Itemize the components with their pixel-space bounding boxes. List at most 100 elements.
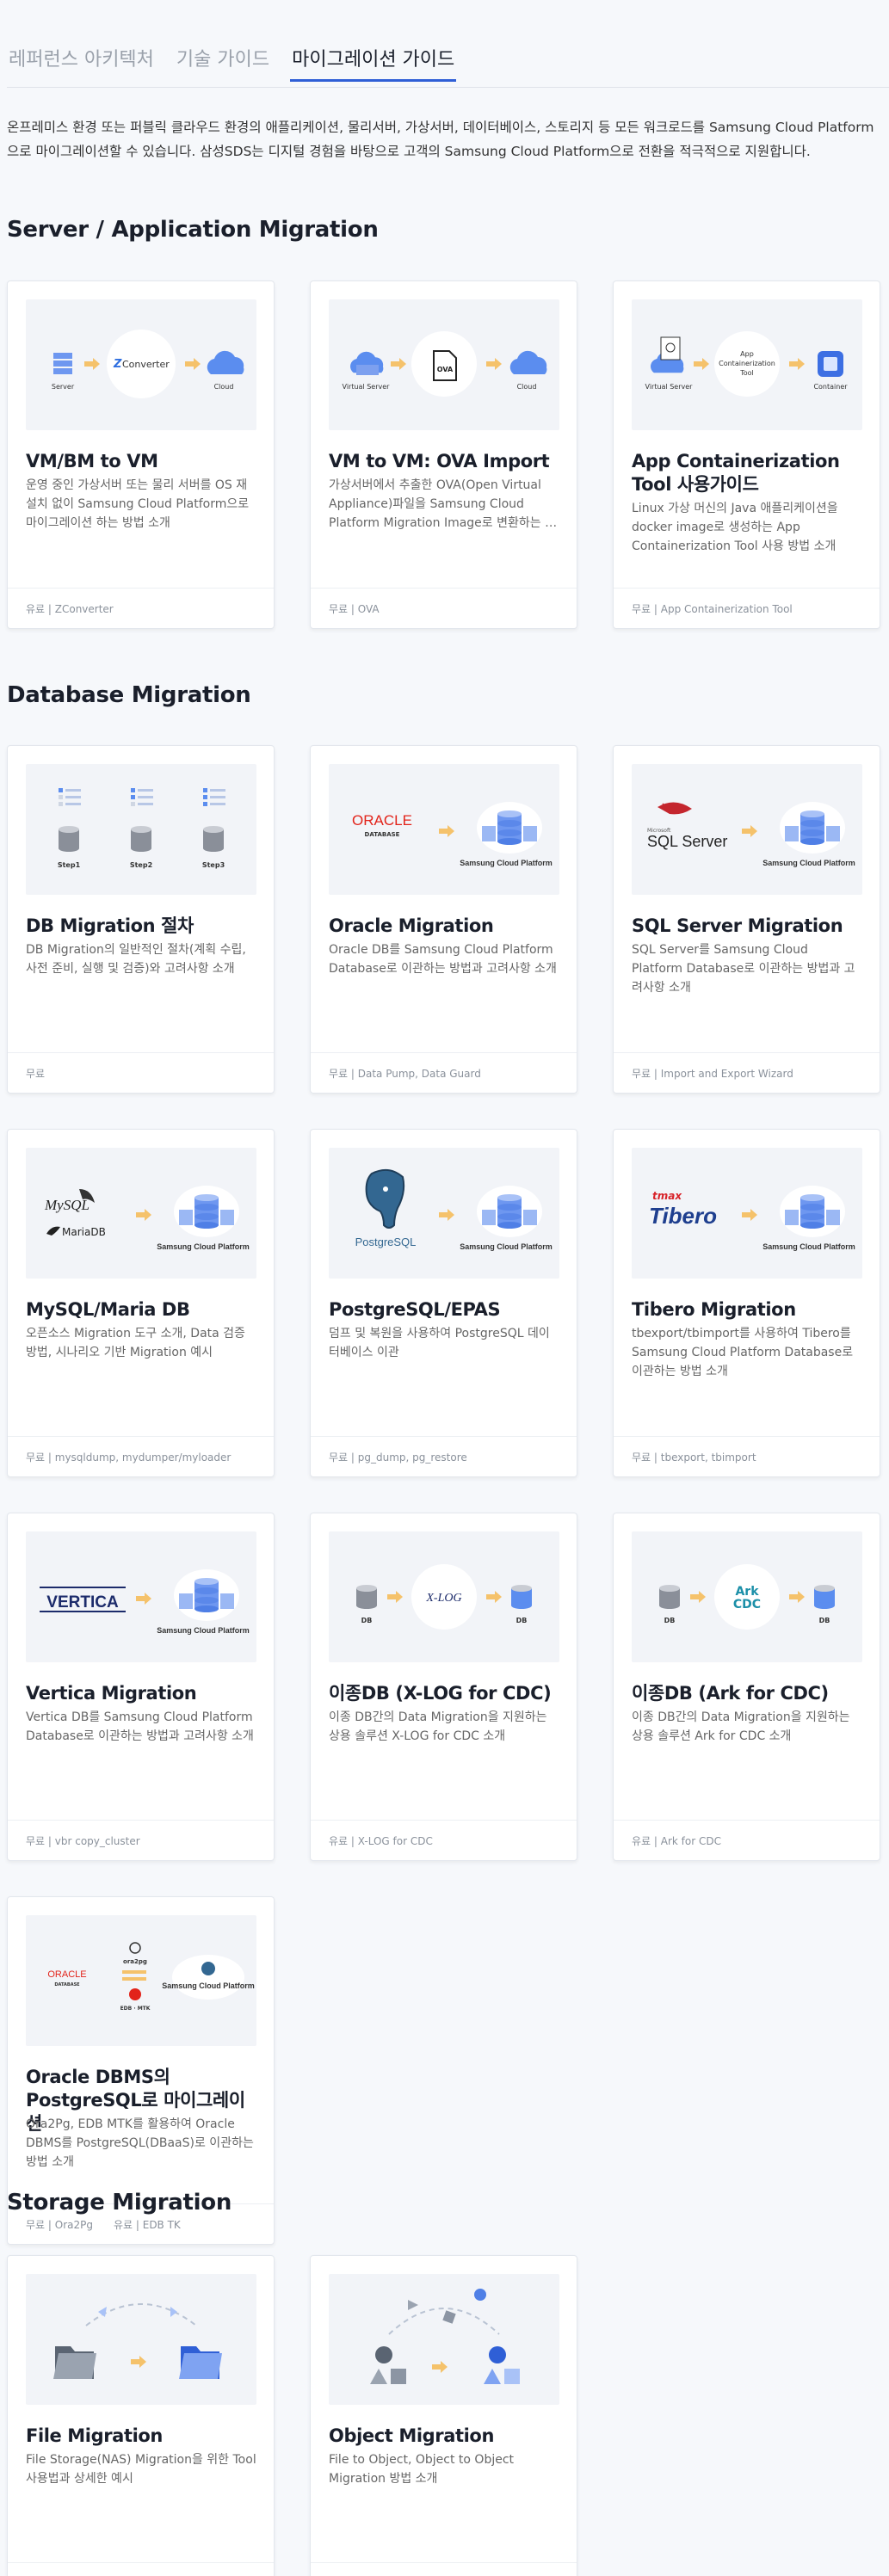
art-label: Step2: [130, 861, 152, 869]
card-description: 이종 DB간의 Data Migration을 지원하는 상용 솔루션 X-LO…: [329, 1710, 547, 1743]
art-label: Samsung Cloud Platform: [157, 1626, 250, 1635]
arrow-icon: [131, 2356, 146, 2368]
card-title: Oracle Migration: [329, 915, 494, 936]
card-thumbnail: Server Z Converter Cloud: [26, 299, 256, 430]
guide-card[interactable]: DB X-LOG DB 이종DB (X-LOG for CDC) 이종 DB간의 Dat…: [310, 1513, 577, 1861]
guide-card[interactable]: Microsoft SQL Server Samsung Cloud Platfor…: [613, 745, 880, 1094]
card-description: DB Migration의 일반적인 절차(계획 수립, 사전 준비, 실행 및…: [26, 943, 246, 976]
card-tag: 유료 | ZConverter: [26, 602, 114, 615]
card-footer: 무료 | vbr copy_cluster: [8, 1820, 274, 1860]
postgresql-elephant-icon: [201, 1962, 215, 1975]
card-title: VM/BM to VM: [26, 451, 158, 471]
art-label: DB: [664, 1617, 676, 1624]
arrow-icon: [742, 825, 757, 837]
card-tag: 무료 | OVA: [329, 602, 380, 615]
card-footer: 유료 | Ark for CDC: [614, 1820, 880, 1860]
card-description: SQL Server를 Samsung Cloud Platform Datab…: [632, 943, 855, 995]
section-title: Storage Migration: [7, 2190, 232, 2215]
arrow-icon: [136, 1209, 151, 1221]
guide-card[interactable]: Object Migration File to Object, Object t…: [310, 2255, 577, 2576]
card-description: 가상서버에서 추출한 OVA(Open Virtual Appliance)파일…: [329, 478, 556, 530]
arrow-icon: [387, 1591, 403, 1603]
art-label: Tibero: [649, 1203, 717, 1229]
card-thumbnail: DB X-LOG DB: [329, 1531, 559, 1662]
arrow-icon: [84, 358, 100, 370]
card-title: Object Migration: [329, 2425, 494, 2446]
arrow-icon: [185, 358, 201, 370]
card-thumbnail: DBArk CDCArkCDCDB: [632, 1531, 862, 1662]
art-label: Virtual Server: [343, 383, 391, 391]
art-label: ora2pg: [123, 1958, 147, 1965]
tab-tech-guide[interactable]: 기술 가이드: [175, 44, 271, 82]
cloud-database-icon: [172, 1955, 244, 2000]
arrow-icon: [742, 1209, 757, 1221]
arrow-icon: [122, 1977, 146, 1981]
card-title: Tibero Migration: [632, 1299, 796, 1320]
arrow-icon: [789, 1591, 805, 1603]
java-file-icon: [660, 336, 681, 361]
card-title: File Migration: [26, 2425, 163, 2446]
card-tag: 무료 | tbexport, tbimport: [632, 1451, 756, 1464]
card-footer: 유료 | ZConverter: [8, 588, 274, 628]
cloud-database-icon: [477, 802, 542, 854]
card-illustration: DBArk CDCArkCDCDB: [659, 1564, 835, 1630]
square-shape-icon: [442, 2310, 456, 2324]
arrow-icon: [694, 358, 709, 370]
art-label: Step1: [58, 861, 81, 869]
card-illustration: [53, 2303, 222, 2379]
guide-card[interactable]: ORACLE DATABASE Samsung Cloud Platform Orac…: [310, 745, 577, 1094]
tab-reference-architecture[interactable]: 레퍼런스 아키텍처: [7, 44, 156, 82]
card-illustration: ORACLE DATABASE ora2pg EDB · MTK Samsung Clo…: [47, 1942, 255, 2012]
card-description: File Storage(NAS) Migration을 위한 Tool 사용법…: [26, 2453, 256, 2486]
arrow-icon: [690, 1591, 706, 1603]
guide-card[interactable]: MySQL MariaDB Samsung Cloud Platform MySQL/…: [7, 1129, 275, 1477]
circle-shape-icon: [474, 2289, 486, 2301]
card-description: 덤프 및 복원을 사용하여 PostgreSQL 데이터베이스 이관: [329, 1327, 550, 1359]
art-label: Samsung Cloud Platform: [157, 1242, 250, 1251]
guide-card[interactable]: DBArk CDCArkCDCDB이종DB (Ark for CDC)이종 DB…: [613, 1513, 880, 1861]
guide-card[interactable]: Server Z Converter Cloud VM/BM to VM 운영 중인 가상…: [7, 280, 275, 629]
card-description: 오픈소스 Migration 도구 소개, Data 검증 방법, 시나리오 기…: [26, 1327, 245, 1359]
database-icon: [203, 826, 224, 852]
guide-card[interactable]: tmax Tibero Samsung Cloud Platform Tibero M…: [613, 1129, 880, 1477]
database-icon: [659, 1585, 680, 1609]
card-thumbnail: Virtual Server OVA Cloud: [329, 299, 559, 430]
card-footer: 무료 | mysqldump, mydumper/myloader: [8, 1436, 274, 1476]
arrow-icon: [789, 358, 805, 370]
card-thumbnail: Microsoft SQL Server Samsung Cloud Platfor…: [632, 764, 862, 895]
arrow-icon: [439, 1209, 454, 1221]
card-thumbnail: Step1 Step2 Step3: [26, 764, 256, 895]
card-title: PostgreSQL/EPAS: [329, 1299, 501, 1320]
card-thumbnail: ORACLE DATABASE ora2pg EDB · MTK Samsung Clo…: [26, 1915, 256, 2046]
guide-card[interactable]: Virtual Server OVA Cloud VM to VM: OVA Impo…: [310, 280, 577, 629]
card-thumbnail: [26, 2274, 256, 2405]
arrow-icon: [432, 2361, 448, 2373]
folder-icon: [179, 2346, 222, 2379]
art-label: DB: [361, 1617, 373, 1624]
art-label: OVA: [437, 366, 454, 373]
guide-card[interactable]: File Migration File Storage(NAS) Migratio…: [7, 2255, 275, 2576]
guide-card[interactable]: Virtual ServerAppContainerizationToolApp…: [613, 280, 880, 629]
tab-migration-guide[interactable]: 마이그레이션 가이드: [290, 44, 457, 82]
card-title: Vertica Migration: [26, 1683, 197, 1704]
zconverter-logo-z: Z: [113, 358, 122, 371]
cloud-database-icon: [780, 1186, 845, 1237]
container-icon: [818, 351, 843, 377]
art-label: tmax: [652, 1190, 682, 1202]
guide-card[interactable]: PostgreSQL Samsung Cloud Platform PostgreS…: [310, 1129, 577, 1477]
card-footer: 무료: [8, 1052, 274, 1093]
sql-server-logo-icon: [657, 802, 692, 815]
card-tag: 무료 | Import and Export Wizard: [632, 1067, 793, 1080]
ora2pg-icon: [129, 1942, 141, 1954]
card-illustration: VERTICA Samsung Cloud Platform: [40, 1569, 250, 1635]
art-label: Converter: [122, 359, 170, 370]
card-footer: 무료 | tbexport, tbimport: [614, 1436, 880, 1476]
card-illustration: Virtual Server OVA Cloud: [343, 331, 547, 397]
database-icon: [356, 1585, 377, 1609]
guide-card[interactable]: VERTICA Samsung Cloud Platform Vertica Mig…: [7, 1513, 275, 1861]
card-title: DB Migration 절차: [26, 915, 194, 936]
cloud-database-icon: [477, 1186, 542, 1237]
tab-bar: 레퍼런스 아키텍처 기술 가이드 마이그레이션 가이드: [7, 0, 889, 88]
card-title: VM to VM: OVA Import: [329, 451, 550, 471]
guide-card[interactable]: Step1 Step2 Step3 DB Migration 절차 DB Migrati…: [7, 745, 275, 1094]
